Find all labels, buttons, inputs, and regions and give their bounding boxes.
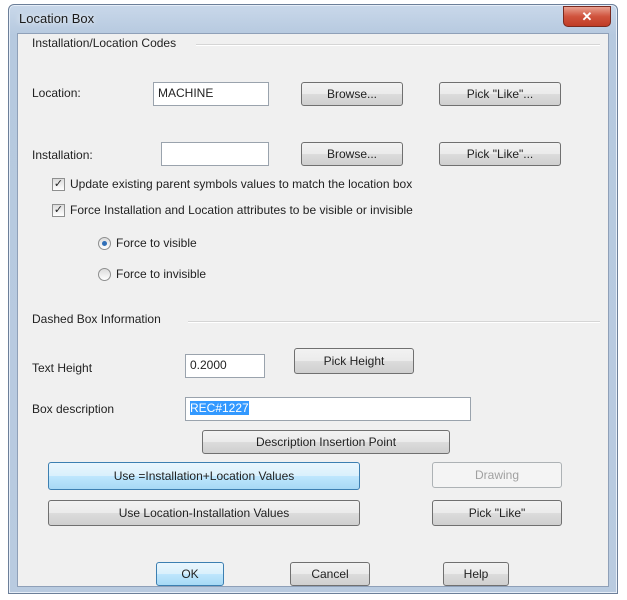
codes-group-label: Installation/Location Codes [32,36,177,50]
dashed-group-label: Dashed Box Information [32,312,161,326]
force-visible-label: Force to visible [116,236,197,250]
pick-height-button[interactable]: Pick Height [294,348,414,374]
installation-input[interactable] [161,142,269,166]
location-box-dialog: Location Box ✕ Installation/Location Cod… [8,4,618,594]
force-visible-radio[interactable] [98,237,111,250]
ok-button[interactable]: OK [156,562,224,586]
close-icon: ✕ [581,8,593,24]
force-attributes-label: Force Installation and Location attribut… [70,203,413,217]
box-description-label: Box description [32,402,115,416]
installation-pick-like-button[interactable]: Pick "Like"... [439,142,561,166]
installation-label: Installation: [32,148,93,162]
force-invisible-label: Force to invisible [116,267,207,281]
window-title: Location Box [19,11,95,26]
close-button[interactable]: ✕ [563,6,611,27]
title-bar[interactable]: Location Box ✕ [9,5,617,33]
text-height-label: Text Height [32,361,93,375]
cancel-button[interactable]: Cancel [290,562,370,586]
group-divider [196,44,600,46]
force-attributes-checkbox[interactable]: ✓ [52,204,65,217]
force-invisible-radio[interactable] [98,268,111,281]
drawing-button[interactable]: Drawing [432,462,562,488]
location-pick-like-button[interactable]: Pick "Like"... [439,82,561,106]
checkmark-icon: ✓ [53,204,64,216]
pick-like-button[interactable]: Pick "Like" [432,500,562,526]
update-parent-label: Update existing parent symbols values to… [70,177,413,191]
location-browse-button[interactable]: Browse... [301,82,403,106]
installation-browse-button[interactable]: Browse... [301,142,403,166]
checkmark-icon: ✓ [53,178,64,190]
help-button[interactable]: Help [443,562,509,586]
location-label: Location: [32,86,81,100]
use-installation-plus-location-button[interactable]: Use =Installation+Location Values [48,462,360,490]
use-location-installation-button[interactable]: Use Location-Installation Values [48,500,360,526]
box-description-value: REC#1227 [190,401,249,415]
dialog-body: Installation/Location Codes Location: MA… [17,33,609,587]
group-divider [188,321,600,323]
location-input[interactable]: MACHINE [153,82,269,106]
text-height-input[interactable]: 0.2000 [185,354,265,378]
box-description-input[interactable]: REC#1227 [185,397,471,421]
description-insertion-point-button[interactable]: Description Insertion Point [202,430,450,454]
update-parent-checkbox[interactable]: ✓ [52,178,65,191]
